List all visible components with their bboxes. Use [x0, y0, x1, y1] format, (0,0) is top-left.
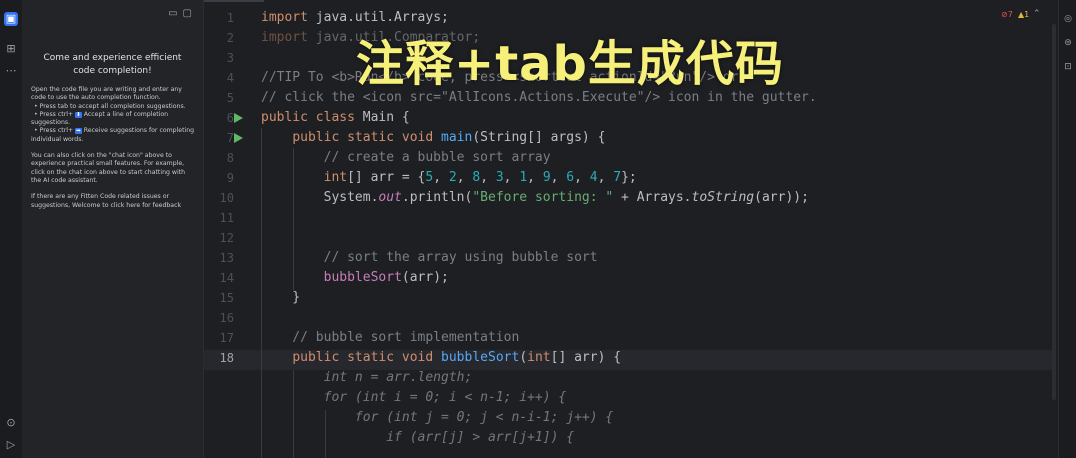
code-completion-ghost: if (arr[j] > arr[j+1]) {	[261, 430, 575, 445]
line-number: 16	[219, 311, 234, 325]
line-number: 9	[226, 171, 234, 185]
line-number: 3	[226, 51, 234, 65]
line-number: 12	[219, 231, 234, 245]
intro-text: Open the code file you are writing and e…	[31, 86, 182, 102]
panel-title: Come and experience efficient code compl…	[43, 53, 182, 76]
arrow-right-key-icon: ➡	[75, 128, 82, 135]
line-number: 6	[226, 111, 234, 125]
line-number: 4	[226, 71, 234, 85]
line-number: 2	[226, 31, 234, 45]
chat-hint: You can also click on the "chat icon" ab…	[31, 152, 186, 184]
chevron-up-icon[interactable]: ⌃	[1033, 9, 1041, 19]
code-line: // sort the array using bubble sort	[261, 250, 598, 265]
right-tool-strip: ◎ ⊜ ⊡	[1058, 0, 1076, 458]
run-main-icon[interactable]	[234, 133, 243, 143]
code-line: // create a bubble sort array	[261, 150, 551, 165]
code-line: public static void main(String[] args) {	[292, 130, 606, 145]
line-number: 1	[226, 11, 234, 25]
panel-body: Open the code file you are writing and e…	[31, 86, 197, 218]
bullet-ctrl-down-pre: • Press ctrl+	[34, 110, 74, 118]
left-tool-strip: ▣ ⊞ ⋯ ⊙ ▷	[0, 0, 23, 458]
code-line: bubbleSort(arr);	[323, 270, 449, 285]
code-line: // bubble sort implementation	[261, 330, 520, 345]
code-line: int[] arr = {5, 2, 8, 3, 1, 9, 6, 4, 7};	[323, 170, 637, 185]
line-number: 7	[226, 131, 234, 145]
editor-scrollbar[interactable]	[1052, 24, 1056, 400]
video-caption: 注释+tab生成代码	[356, 36, 784, 92]
warning-count[interactable]: ▲1	[1018, 10, 1029, 19]
run-icon[interactable]: ▷	[4, 438, 18, 452]
code-completion-ghost: for (int i = 0; i < n-1; i++) {	[261, 390, 567, 405]
fitten-code-icon[interactable]: ▣	[4, 12, 18, 26]
line-number: 11	[219, 211, 234, 225]
line-number: 10	[219, 191, 234, 205]
services-icon[interactable]: ⊙	[4, 416, 18, 430]
database-icon[interactable]: ⊜	[1063, 38, 1073, 48]
line-number: 8	[226, 151, 234, 165]
history-icon[interactable]: ▢	[183, 8, 197, 19]
active-tab-indicator	[204, 0, 264, 2]
structure-icon[interactable]: ⊞	[4, 42, 18, 56]
code-line: public class Main {	[261, 110, 410, 125]
code-line: public static void bubbleSort(int[] arr)…	[292, 350, 622, 365]
code-line: System.out.println("Before sorting: " + …	[261, 190, 809, 205]
line-number: 18	[219, 351, 234, 365]
code-line: }	[261, 290, 301, 305]
line-number: 13	[219, 251, 234, 265]
error-count[interactable]: ⊘7	[1001, 10, 1013, 19]
arrow-down-key-icon: ⬇	[75, 111, 82, 118]
notifications-icon[interactable]: ◎	[1063, 14, 1073, 24]
feedback-link[interactable]: If there are any Fitten Code related iss…	[31, 193, 197, 210]
code-completion-ghost: for (int j = 0; j < n-i-1; j++) {	[261, 410, 614, 425]
gradle-icon[interactable]: ⊡	[1063, 62, 1073, 72]
run-class-icon[interactable]	[234, 113, 243, 123]
line-number: 5	[226, 91, 234, 105]
line-number: 17	[219, 331, 234, 345]
code-completion-ghost: int n = arr.length;	[261, 370, 473, 385]
fitten-code-panel: ▭▢ Come and experience efficient code co…	[22, 0, 204, 458]
line-number: 14	[219, 271, 234, 285]
bullet-ctrl-right-pre: • Press ctrl+	[34, 127, 74, 135]
bullet-tab: • Press tab to accept all completion sug…	[34, 102, 186, 110]
panel-header-icons: ▭▢	[168, 8, 197, 19]
more-icon[interactable]: ⋯	[4, 64, 18, 78]
chat-icon[interactable]: ▭	[168, 8, 182, 19]
line-number: 15	[219, 291, 234, 305]
